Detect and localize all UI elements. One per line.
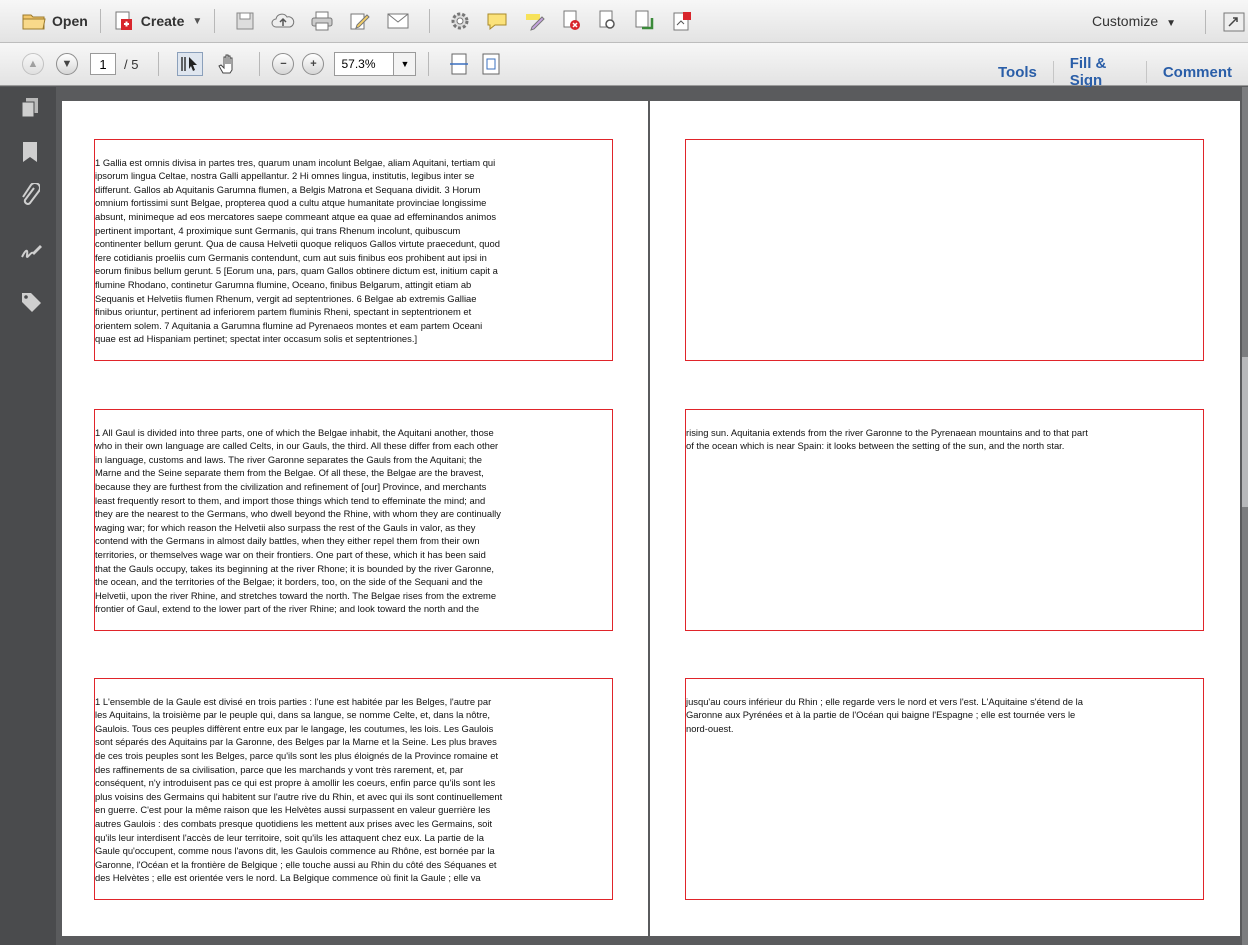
- navigation-toolbar: ▲ ▼ 1 / 5 − + 57.3% ▼ Tools Fill & Sign …: [0, 43, 1248, 89]
- pages-panel-icon[interactable]: [20, 97, 40, 119]
- settings-icon[interactable]: [450, 11, 470, 31]
- zoom-level-input[interactable]: 57.3%: [334, 52, 395, 76]
- toolbar-divider: [259, 52, 261, 76]
- toolbar-divider: [428, 52, 430, 76]
- chevron-down-icon: ▼: [400, 59, 410, 69]
- previous-page-button[interactable]: ▲: [22, 53, 44, 75]
- attachments-icon[interactable]: [20, 183, 40, 209]
- bookmarks-icon[interactable]: [20, 141, 40, 163]
- pdf-page-left: 1 Gallia est omnis divisa in partes tres…: [62, 101, 648, 936]
- toolbar-divider: [158, 52, 160, 76]
- navigation-rail: [0, 87, 56, 945]
- latin-text-frame[interactable]: [685, 139, 1204, 361]
- signatures-icon[interactable]: [20, 241, 42, 261]
- french-text: 1 L'ensemble de la Gaule est divisé en t…: [95, 695, 503, 884]
- plus-icon: +: [310, 58, 317, 70]
- chevron-down-icon: ▼: [1166, 18, 1177, 29]
- redact-icon[interactable]: [562, 10, 582, 32]
- stamp-icon[interactable]: [598, 10, 618, 32]
- english-text: 1 All Gaul is divided into three parts, …: [95, 426, 501, 615]
- fit-width-icon[interactable]: [449, 53, 469, 75]
- toolbar-divider: [1205, 10, 1206, 34]
- fit-page-icon[interactable]: [481, 53, 501, 75]
- highlight-icon[interactable]: [524, 11, 546, 31]
- zoom-dropdown-button[interactable]: ▼: [394, 52, 417, 76]
- next-page-button[interactable]: ▼: [56, 53, 78, 75]
- main-toolbar: Open Create ▼ Customize ▼: [0, 0, 1248, 43]
- arrow-down-icon: ▼: [61, 58, 73, 70]
- task-pane-links: Tools Fill & Sign Comment: [982, 55, 1248, 89]
- hand-tool-icon[interactable]: [217, 53, 239, 75]
- french-text: jusqu'au cours inférieur du Rhin ; elle …: [686, 695, 1083, 734]
- chevron-down-icon: ▼: [192, 15, 203, 27]
- customize-label: Customize: [1092, 13, 1159, 29]
- create-label: Create: [140, 13, 185, 29]
- pdf-page-right: rising sun. Aquitania extends from the r…: [650, 101, 1240, 936]
- email-icon[interactable]: [387, 12, 409, 30]
- comment-icon[interactable]: [486, 11, 508, 31]
- save-icon[interactable]: [235, 11, 255, 31]
- comment-pane-link[interactable]: Comment: [1147, 64, 1248, 81]
- export-icon[interactable]: [634, 10, 656, 32]
- print-icon[interactable]: [311, 11, 333, 31]
- folder-icon: [22, 11, 46, 31]
- page-count: / 5: [124, 56, 139, 72]
- edit-icon[interactable]: [349, 11, 371, 31]
- open-label: Open: [52, 13, 88, 29]
- scrollbar-thumb[interactable]: [1242, 357, 1248, 507]
- zoom-in-button[interactable]: +: [302, 53, 325, 75]
- french-text-frame[interactable]: 1 L'ensemble de la Gaule est divisé en t…: [94, 678, 613, 900]
- open-button[interactable]: Open: [22, 11, 88, 31]
- document-viewport[interactable]: 1 Gallia est omnis divisa in partes tres…: [56, 87, 1248, 945]
- customize-menu[interactable]: Customize ▼: [1092, 13, 1176, 29]
- create-button[interactable]: Create ▼: [113, 10, 203, 32]
- latin-text-frame[interactable]: 1 Gallia est omnis divisa in partes tres…: [94, 139, 613, 361]
- tags-icon[interactable]: [20, 291, 42, 313]
- latin-text: 1 Gallia est omnis divisa in partes tres…: [95, 156, 500, 345]
- upload-cloud-icon[interactable]: [271, 11, 295, 31]
- toolbar-divider: [99, 9, 101, 33]
- french-text-frame[interactable]: jusqu'au cours inférieur du Rhin ; elle …: [685, 678, 1204, 900]
- select-tool-icon[interactable]: [177, 52, 204, 76]
- create-pdf-icon: [113, 10, 135, 32]
- vertical-scrollbar[interactable]: [1242, 87, 1248, 945]
- page-number-input[interactable]: 1: [90, 53, 116, 75]
- sign-icon[interactable]: [672, 10, 694, 32]
- english-text: rising sun. Aquitania extends from the r…: [686, 426, 1088, 452]
- fill-sign-pane-link[interactable]: Fill & Sign: [1054, 55, 1146, 89]
- english-text-frame[interactable]: 1 All Gaul is divided into three parts, …: [94, 409, 613, 631]
- toolbar-divider: [214, 9, 216, 33]
- english-text-frame[interactable]: rising sun. Aquitania extends from the r…: [685, 409, 1204, 631]
- expand-icon[interactable]: [1223, 12, 1245, 32]
- zoom-out-button[interactable]: −: [272, 53, 295, 75]
- minus-icon: −: [280, 58, 287, 70]
- toolbar-divider: [429, 9, 431, 33]
- arrow-up-icon: ▲: [27, 58, 39, 70]
- tools-pane-link[interactable]: Tools: [982, 64, 1053, 81]
